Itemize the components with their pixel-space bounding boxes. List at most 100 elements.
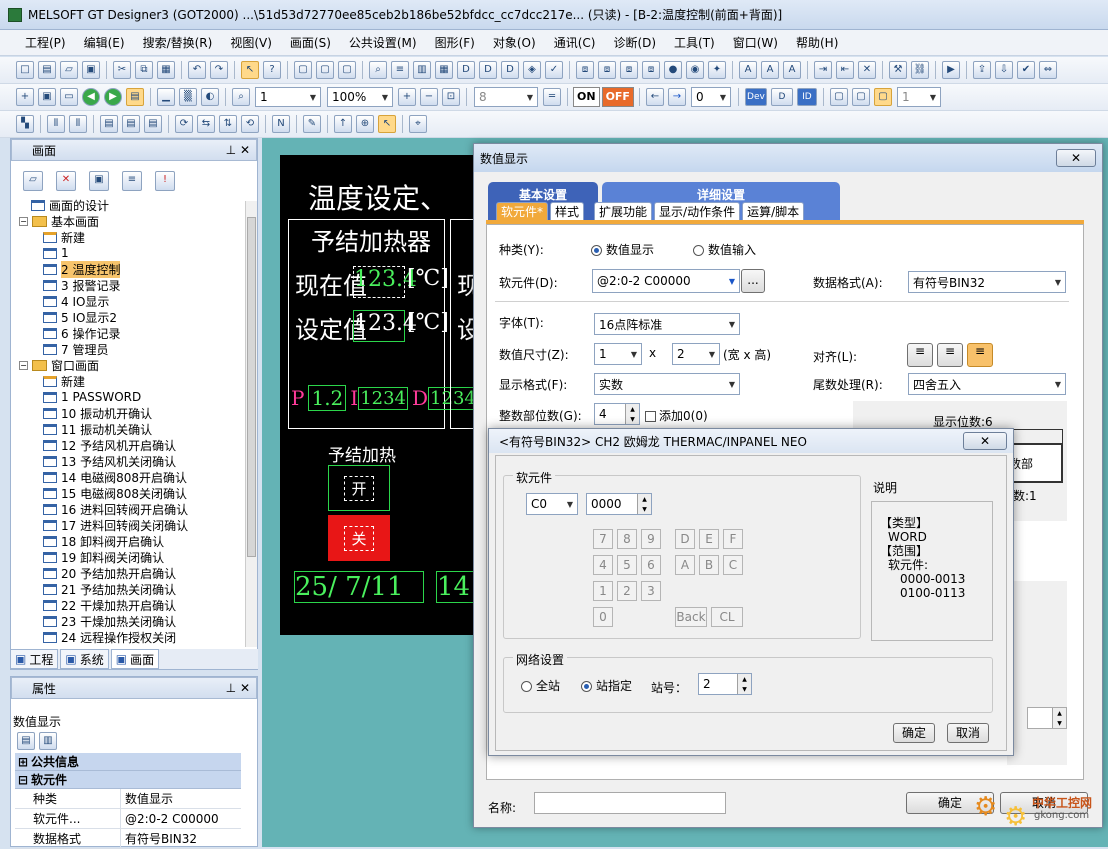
tree-item[interactable]: 15 电磁阀808关闭确认 xyxy=(11,485,243,501)
key-hex[interactable]: B xyxy=(699,555,719,575)
tree-item[interactable]: 18 卸料阀开启确认 xyxy=(11,533,243,549)
property-value[interactable]: @2:0-2 C00000 xyxy=(121,812,219,826)
data-icon[interactable]: D xyxy=(457,61,475,79)
off-state-button[interactable]: OFF xyxy=(601,87,634,107)
import-icon[interactable]: ⇥ xyxy=(814,61,832,79)
select-pointer-icon[interactable]: ↖ xyxy=(241,61,259,79)
key-digit[interactable]: 4 xyxy=(593,555,613,575)
key-digit[interactable]: 0 xyxy=(593,607,613,627)
arrow-left-icon[interactable]: ← xyxy=(645,88,664,106)
device-ok-button[interactable]: 确定 xyxy=(893,723,935,743)
tree-item[interactable]: 4 IO显示 xyxy=(11,293,243,309)
tree-item[interactable]: 2 温度控制 xyxy=(11,260,243,278)
group-icon[interactable]: ▚ xyxy=(16,115,34,133)
tool-icon[interactable]: ⚒ xyxy=(889,61,907,79)
key-digit[interactable]: 6 xyxy=(641,555,661,575)
all-station-radio[interactable]: 全站 xyxy=(521,677,560,694)
delete-screen-icon[interactable]: ✕ xyxy=(56,171,76,191)
new-file-icon[interactable]: □ xyxy=(16,61,34,79)
sub-tab[interactable]: 样式 xyxy=(550,202,585,222)
screen-prop-icon[interactable]: ▢ xyxy=(338,61,356,79)
menu-item[interactable]: 工程(P) xyxy=(16,34,75,51)
fill-color-icon[interactable]: ◐ xyxy=(201,88,219,106)
screen-icon[interactable]: ▢ xyxy=(294,61,312,79)
new-screen-icon[interactable]: ▱ xyxy=(23,171,43,191)
copy-icon[interactable]: ⧉ xyxy=(135,61,153,79)
rotate-icon[interactable]: ⟳ xyxy=(175,115,193,133)
font-select[interactable]: 16点阵标准 ▼ xyxy=(594,313,740,335)
key-hex[interactable]: C xyxy=(723,555,743,575)
palette-icon[interactable]: ● xyxy=(664,61,682,79)
verify-icon[interactable]: ✔ xyxy=(1017,61,1035,79)
data3-icon[interactable]: D xyxy=(501,61,519,79)
panel-tab[interactable]: ▣ 画面 xyxy=(110,649,160,669)
collapse-icon[interactable]: − xyxy=(19,360,28,370)
compare-icon[interactable]: ⇔ xyxy=(1039,61,1057,79)
line-color-icon[interactable]: ▁ xyxy=(157,88,175,106)
name-input[interactable] xyxy=(534,792,726,814)
cut-icon[interactable]: ✂ xyxy=(113,61,131,79)
up-arrow-icon[interactable]: ↑ xyxy=(334,115,352,133)
state-select[interactable]: 0 ▼ xyxy=(690,87,731,107)
tree-item[interactable]: 画面的设计 xyxy=(11,197,243,213)
menu-item[interactable]: 图形(F) xyxy=(426,34,484,51)
collapse-icon[interactable]: − xyxy=(19,216,28,226)
screen-image-icon[interactable]: ▣ xyxy=(89,171,109,191)
tree-item[interactable]: − 窗口画面 xyxy=(11,357,243,373)
tree-item[interactable]: 23 干燥加热关闭确认 xyxy=(11,613,243,629)
tree-item[interactable]: 19 卸料阀关闭确认 xyxy=(11,549,243,565)
device-input[interactable]: @2:0-2 C00000 ▼ xyxy=(592,269,740,293)
dialog-close-button[interactable]: ✕ xyxy=(1056,149,1096,167)
help-icon[interactable]: ? xyxy=(263,61,281,79)
menu-item[interactable]: 编辑(E) xyxy=(75,34,134,51)
edit-points-icon[interactable]: N xyxy=(272,115,290,133)
key-hex[interactable]: E xyxy=(699,529,719,549)
key-digit[interactable]: 9 xyxy=(641,529,661,549)
device-cancel-button[interactable]: 取消 xyxy=(947,723,989,743)
tree-item[interactable]: 16 进料回转阀开启确认 xyxy=(11,501,243,517)
zoom-in-icon[interactable]: + xyxy=(398,88,416,106)
abc-icon[interactable]: A xyxy=(739,61,757,79)
simulate-icon[interactable]: ▶ xyxy=(942,61,960,79)
tree-item[interactable]: 3 报警记录 xyxy=(11,277,243,293)
window-icon[interactable]: ▭ xyxy=(60,88,78,106)
order2-icon[interactable]: ▤ xyxy=(122,115,140,133)
export-icon[interactable]: ⇤ xyxy=(836,61,854,79)
sort-category-icon[interactable]: ▤ xyxy=(17,732,35,750)
screen-copy-icon[interactable]: ▢ xyxy=(316,61,334,79)
tree-item[interactable]: 新建 xyxy=(11,229,243,245)
menu-item[interactable]: 窗口(W) xyxy=(724,34,787,51)
place-icon[interactable]: ⊕ xyxy=(356,115,374,133)
menu-item[interactable]: 诊断(D) xyxy=(604,34,665,51)
set-value-input[interactable]: 123.4 xyxy=(353,310,417,342)
align-left-button[interactable]: ≡ xyxy=(907,343,933,367)
read-icon[interactable]: ⇩ xyxy=(995,61,1013,79)
property-row[interactable]: 种类 数值显示 xyxy=(15,789,241,809)
back-circle-icon[interactable]: ◀ xyxy=(82,88,100,106)
panel-pin-close[interactable]: ⊥ ✕ xyxy=(226,681,250,695)
tree-item[interactable]: 11 振动机关确认 xyxy=(11,421,243,437)
layout-icon[interactable]: ⧈ xyxy=(576,61,594,79)
layer-select[interactable]: 1 ▼ xyxy=(255,87,321,107)
zoom-fit-icon[interactable]: ⊡ xyxy=(442,88,460,106)
type-display-radio[interactable]: 数值显示 xyxy=(591,241,654,258)
id-icon[interactable]: ID xyxy=(796,88,817,106)
mark-icon[interactable]: ✕ xyxy=(858,61,876,79)
dev-icon[interactable]: Dev xyxy=(744,88,767,106)
data-list-icon[interactable]: ≡ xyxy=(391,61,409,79)
menu-item[interactable]: 视图(V) xyxy=(221,34,281,51)
key-hex[interactable]: D xyxy=(675,529,695,549)
key-clear[interactable]: CL xyxy=(711,607,743,627)
abc2-icon[interactable]: A xyxy=(761,61,779,79)
layout4-icon[interactable]: ⧈ xyxy=(642,61,660,79)
key-digit[interactable]: 1 xyxy=(593,581,613,601)
mirror-icon[interactable]: ⟲ xyxy=(241,115,259,133)
hmi-screen-preview[interactable]: 温度设定、 予结加热器 现在值 123.4 [℃] 设定值 123.4 [℃] … xyxy=(280,155,480,635)
menu-item[interactable]: 公共设置(M) xyxy=(340,34,426,51)
pid-i-value[interactable]: 1234 xyxy=(358,386,408,410)
device-code-select[interactable]: C0 ▼ xyxy=(526,493,578,515)
search-icon[interactable]: ⌕ xyxy=(369,61,387,79)
property-row[interactable]: 数据格式 有符号BIN32 xyxy=(15,829,241,849)
open-file-icon[interactable]: ▤ xyxy=(38,61,56,79)
align2-icon[interactable]: ⫴ xyxy=(69,115,87,133)
